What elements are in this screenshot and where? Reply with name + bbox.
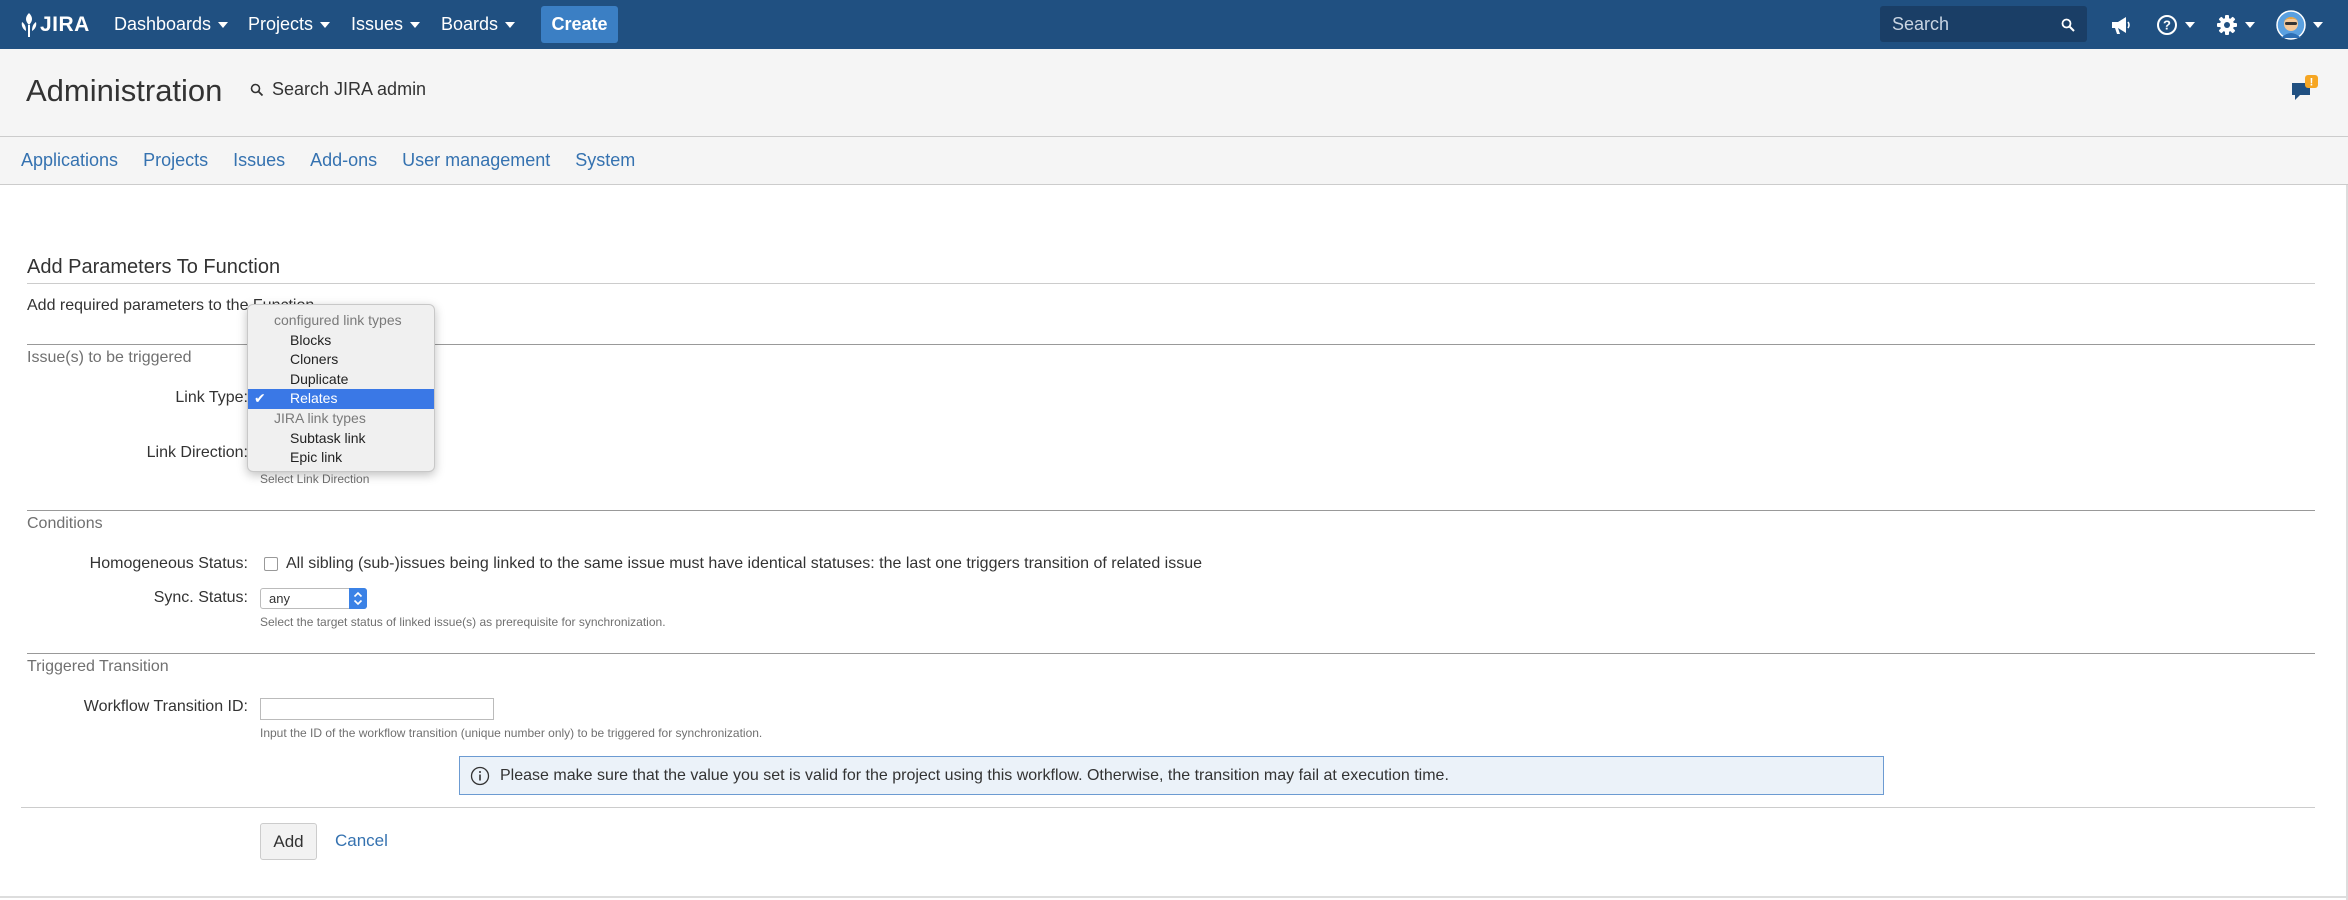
link-direction-label: Link Direction:	[146, 444, 248, 461]
sync-status-hint: Select the target status of linked issue…	[260, 615, 666, 629]
jira-logo[interactable]: JIRA	[20, 9, 90, 40]
dropdown-option-relates-label: Relates	[290, 390, 338, 407]
create-button[interactable]: Create	[541, 6, 618, 43]
dropdown-option-relates[interactable]: ✔ Relates	[248, 389, 434, 409]
dropdown-option-epic-link[interactable]: Epic link	[248, 448, 434, 468]
sync-status-select[interactable]: any	[260, 588, 367, 609]
form-heading: Add Parameters To Function	[27, 256, 281, 278]
nav-boards[interactable]: Boards	[441, 0, 516, 49]
chevron-down-icon	[218, 21, 229, 28]
help-icon: ?	[2157, 14, 2177, 35]
buttons-divider	[21, 807, 2315, 808]
info-message: Please make sure that the value you set …	[459, 756, 1884, 795]
logo-text: JIRA	[40, 12, 90, 36]
nav-dashboards[interactable]: Dashboards	[114, 0, 229, 49]
sync-status-value: any	[269, 591, 290, 606]
workflow-transition-hint: Input the ID of the workflow transition …	[260, 726, 763, 740]
settings-menu[interactable]	[2216, 0, 2255, 49]
workflow-transition-label: Workflow Transition ID:	[83, 698, 248, 715]
dropdown-option-cloners[interactable]: Cloners	[248, 350, 434, 370]
checkmark-icon: ✔	[254, 390, 266, 407]
chevron-down-icon	[505, 21, 516, 28]
nav-boards-label: Boards	[441, 14, 499, 34]
admin-nav-addons[interactable]: Add-ons	[310, 150, 377, 171]
dropdown-group-label: JIRA link types	[274, 409, 366, 426]
admin-nav-issues[interactable]: Issues	[233, 150, 285, 171]
quick-search[interactable]	[1880, 6, 2087, 42]
link-type-dropdown[interactable]: configured link types Blocks Cloners Dup…	[247, 304, 435, 472]
nav-issues[interactable]: Issues	[351, 0, 421, 49]
chevron-down-icon	[2185, 21, 2195, 28]
select-arrows-icon	[349, 588, 367, 609]
dropdown-option-duplicate[interactable]: Duplicate	[248, 370, 434, 390]
chevron-down-icon	[2245, 21, 2255, 28]
admin-nav: Applications Projects Issues Add-ons Use…	[0, 137, 2348, 185]
admin-header: Administration Search JIRA admin !	[0, 49, 2348, 137]
quick-search-input[interactable]	[1880, 6, 2087, 42]
nav-projects[interactable]: Projects	[248, 0, 331, 49]
jira-logo-icon	[21, 12, 37, 37]
avatar	[2276, 9, 2306, 40]
section-issues-triggered: Issue(s) to be triggered	[27, 349, 192, 366]
info-icon	[470, 766, 490, 785]
link-direction-hint: Select Link Direction	[260, 472, 370, 486]
homogeneous-status-checkbox[interactable]	[264, 557, 278, 571]
workflow-transition-input[interactable]	[260, 698, 494, 720]
heading-divider	[27, 283, 2315, 284]
nav-projects-label: Projects	[248, 14, 314, 34]
chevron-down-icon	[320, 21, 331, 28]
help-menu[interactable]: ?	[2156, 0, 2195, 49]
info-message-text: Please make sure that the value you set …	[500, 766, 1449, 784]
page-bottom-border	[0, 896, 2348, 898]
search-icon	[250, 83, 264, 96]
admin-nav-system[interactable]: System	[575, 150, 635, 171]
section-conditions: Conditions	[27, 515, 103, 532]
top-header-bar: JIRA Dashboards Projects Issues Boards C…	[0, 0, 2348, 49]
chevron-down-icon	[410, 21, 421, 28]
homogeneous-status-text: All sibling (sub-)issues being linked to…	[286, 555, 1203, 572]
section-divider	[27, 510, 2315, 511]
homogeneous-status-label: Homogeneous Status:	[89, 555, 248, 572]
admin-nav-projects[interactable]: Projects	[143, 150, 208, 171]
nav-dashboards-label: Dashboards	[114, 14, 212, 34]
megaphone-icon	[2112, 16, 2130, 34]
nav-issues-label: Issues	[351, 14, 404, 34]
svg-text:?: ?	[2163, 17, 2171, 32]
dropdown-group-label: configured link types	[274, 312, 402, 328]
user-menu[interactable]	[2276, 0, 2323, 49]
section-divider	[27, 653, 2315, 654]
gear-icon	[2217, 14, 2237, 35]
feedback-icon: !	[2292, 75, 2318, 100]
sync-status-label: Sync. Status:	[153, 589, 248, 606]
dropdown-option-blocks[interactable]: Blocks	[248, 331, 434, 351]
search-icon	[2061, 18, 2075, 32]
admin-search-label: Search JIRA admin	[272, 79, 427, 99]
announcement-button[interactable]	[2110, 0, 2132, 49]
section-triggered-transition: Triggered Transition	[27, 658, 169, 675]
page-title: Administration	[26, 73, 223, 108]
admin-search[interactable]: Search JIRA admin	[250, 79, 426, 100]
dropdown-option-subtask-link[interactable]: Subtask link	[248, 429, 434, 449]
feedback-button[interactable]: !	[2290, 73, 2320, 105]
link-type-label: Link Type:	[175, 389, 248, 406]
admin-nav-user-management[interactable]: User management	[402, 150, 550, 171]
chevron-down-icon	[2313, 21, 2323, 28]
cancel-link[interactable]: Cancel	[335, 831, 388, 851]
add-button[interactable]: Add	[260, 823, 317, 860]
admin-nav-applications[interactable]: Applications	[21, 150, 118, 171]
feedback-badge: !	[2310, 77, 2314, 89]
